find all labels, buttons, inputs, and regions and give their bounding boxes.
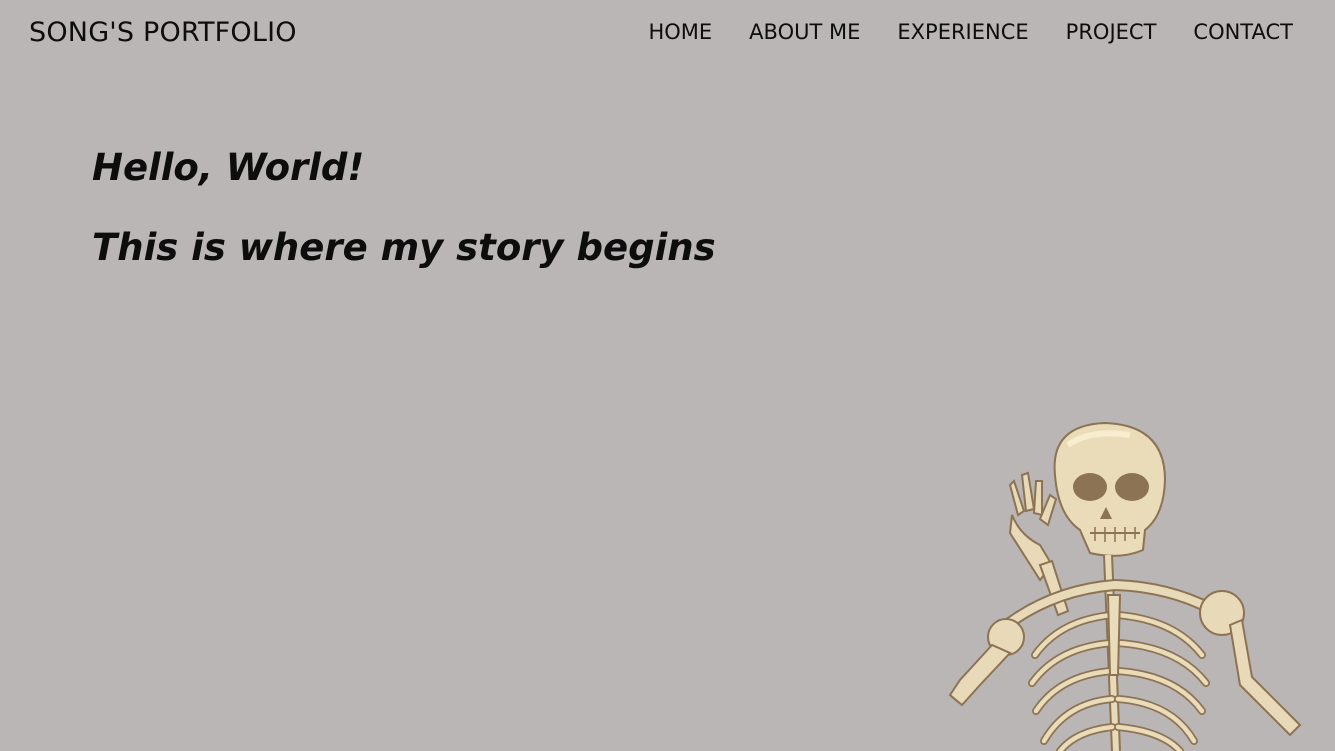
nav-experience-link[interactable]: EXPERIENCE [897,20,1028,44]
nav-about-link[interactable]: ABOUT ME [749,20,860,44]
hero-tagline: This is where my story begins [92,226,716,269]
hero-section: Hello, World! This is where my story beg… [92,145,716,271]
skeleton-illustration [940,415,1335,751]
nav-home-link[interactable]: HOME [648,20,712,44]
nav-contact-link[interactable]: CONTACT [1193,20,1293,44]
nav-links: HOME ABOUT ME EXPERIENCE PROJECT CONTACT [648,20,1293,44]
hero-greeting: Hello, World! [92,146,365,189]
navbar: SONG'S PORTFOLIO HOME ABOUT ME EXPERIENC… [0,0,1335,70]
brand-logo-text[interactable]: SONG'S PORTFOLIO [29,17,297,48]
nav-project-link[interactable]: PROJECT [1066,20,1157,44]
